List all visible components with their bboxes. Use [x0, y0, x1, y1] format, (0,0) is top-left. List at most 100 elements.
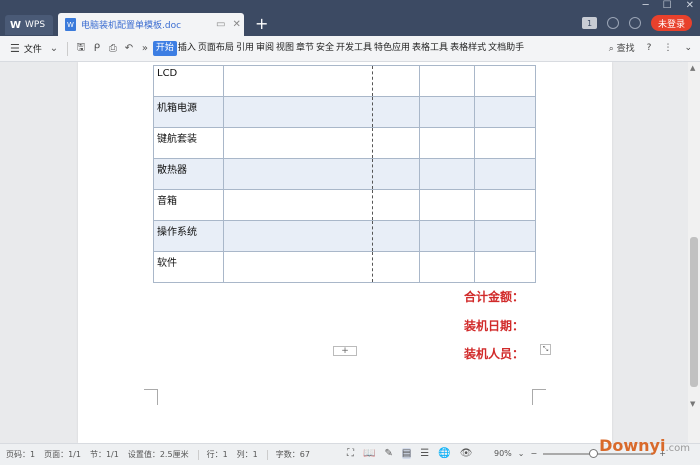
page-view-icon[interactable]: ▤ [401, 448, 412, 459]
table-row[interactable]: 音箱 [153, 189, 536, 221]
undo-icon[interactable]: ↶ [121, 43, 137, 54]
pen-icon[interactable]: ✎ [384, 448, 392, 459]
table-cell[interactable] [372, 65, 420, 97]
table-row[interactable]: 散热器 [153, 158, 536, 190]
table-cell-item[interactable]: 音箱 [153, 189, 224, 221]
table-resize-icon[interactable]: ⤡ [540, 344, 551, 355]
document-tab[interactable]: W 电脑装机配置单模板.doc ▭ ✕ [58, 13, 244, 36]
table-row[interactable]: LCD [153, 65, 536, 97]
tab-table-style[interactable]: 表格样式 [449, 41, 487, 56]
table-cell[interactable] [419, 158, 475, 190]
table-cell[interactable] [419, 65, 475, 97]
scroll-down-icon[interactable]: ▼ [690, 400, 695, 408]
table-cell-item[interactable]: 机箱电源 [153, 96, 224, 128]
table-cell-item[interactable]: 键航套装 [153, 127, 224, 159]
table-cell-item[interactable]: LCD [153, 65, 224, 97]
minimize-icon[interactable]: ─ [643, 0, 649, 11]
tab-review[interactable]: 审阅 [255, 41, 275, 56]
tab-home[interactable]: 开始 [152, 41, 177, 56]
tab-developer[interactable]: 开发工具 [335, 41, 373, 56]
table-cell[interactable] [223, 65, 373, 97]
table-cell[interactable] [419, 96, 475, 128]
table-cell-item[interactable]: 操作系统 [153, 220, 224, 252]
zoom-dropdown-icon[interactable]: ⌄ [518, 449, 525, 458]
table-cell[interactable] [474, 220, 536, 252]
new-tab-button[interactable]: + [255, 14, 268, 33]
table-cell[interactable] [223, 251, 373, 283]
zoom-slider-knob[interactable] [588, 448, 598, 458]
zoom-level[interactable]: 90% [494, 449, 512, 458]
add-row-button[interactable]: + [333, 346, 357, 356]
hamburger-menu-icon[interactable]: ☰ [10, 42, 20, 55]
table-row[interactable]: 机箱电源 [153, 96, 536, 128]
table-cell[interactable] [419, 127, 475, 159]
page-badge[interactable]: 1 [581, 17, 597, 29]
table-cell[interactable] [372, 189, 420, 221]
eye-protection-icon[interactable]: 👁 [460, 448, 473, 459]
file-menu[interactable]: 文件 [24, 42, 42, 55]
skin-icon[interactable] [628, 17, 641, 29]
outline-view-icon[interactable]: ☰ [420, 448, 429, 459]
wps-home-tab[interactable]: W WPS [5, 15, 53, 35]
more-options-icon[interactable]: ⋮ [663, 43, 672, 53]
table-cell[interactable] [372, 158, 420, 190]
close-tab-icon[interactable]: ✕ [232, 19, 240, 30]
print-icon[interactable]: ⎙ [105, 43, 121, 54]
format-painter-icon[interactable]: ᑭ [89, 43, 105, 54]
monitor-icon[interactable]: ▭ [216, 19, 225, 30]
table-cell[interactable] [223, 189, 373, 221]
zoom-out-icon[interactable]: − [530, 449, 537, 458]
status-word-count[interactable]: 字数：67 [276, 449, 310, 460]
table-row[interactable]: 软件 [153, 251, 536, 283]
collapse-ribbon-icon[interactable]: ⌄ [684, 43, 692, 53]
tab-view[interactable]: 视图 [275, 41, 295, 56]
table-row[interactable]: 操作系统 [153, 220, 536, 252]
tab-page-layout[interactable]: 页面布局 [197, 41, 235, 56]
close-window-icon[interactable]: ✕ [686, 0, 694, 11]
table-cell[interactable] [223, 127, 373, 159]
table-cell[interactable] [474, 158, 536, 190]
table-cell[interactable] [372, 127, 420, 159]
table-cell[interactable] [223, 220, 373, 252]
more-tools[interactable]: » [137, 43, 153, 54]
reading-mode-icon[interactable]: 📖 [363, 448, 375, 459]
tab-table-tools[interactable]: 表格工具 [411, 41, 449, 56]
table-cell[interactable] [474, 65, 536, 97]
vertical-scrollbar[interactable]: ▲ ▼ [688, 62, 700, 443]
table-cell[interactable] [474, 127, 536, 159]
table-cell-item[interactable]: 软件 [153, 251, 224, 283]
table-cell[interactable] [419, 251, 475, 283]
table-cell[interactable] [372, 220, 420, 252]
tab-references[interactable]: 引用 [235, 41, 255, 56]
table-cell[interactable] [474, 189, 536, 221]
table-cell[interactable] [419, 189, 475, 221]
document-page[interactable]: LCD 机箱电源 键航套装 散热器 音箱 操作系统 软件 + ⤡ 合计金额： 装机日期： 装… [78, 62, 612, 443]
tab-features[interactable]: 特色应用 [373, 41, 411, 56]
search-button[interactable]: ⌕ 查找 [609, 41, 635, 54]
scroll-thumb[interactable] [690, 237, 698, 387]
table-cell[interactable] [372, 251, 420, 283]
tab-section[interactable]: 章节 [295, 41, 315, 56]
save-icon[interactable]: 🖫 [73, 40, 89, 57]
tab-security[interactable]: 安全 [315, 41, 335, 56]
table-cell-item[interactable]: 散热器 [153, 158, 224, 190]
login-button[interactable]: 未登录 [650, 15, 692, 31]
table-cell[interactable] [223, 158, 373, 190]
scroll-up-icon[interactable]: ▲ [690, 64, 695, 72]
tab-insert[interactable]: 插入 [177, 41, 197, 56]
table-cell[interactable] [419, 220, 475, 252]
help-icon[interactable]: ? [647, 43, 652, 53]
maximize-icon[interactable]: ☐ [663, 0, 672, 11]
web-view-icon[interactable]: 🌐 [438, 448, 450, 459]
chevron-down-icon[interactable]: ⌄ [46, 43, 62, 54]
fullscreen-icon[interactable]: ⛶ [347, 448, 354, 459]
table-cell[interactable] [474, 96, 536, 128]
table-cell[interactable] [474, 251, 536, 283]
table-cell[interactable] [223, 96, 373, 128]
table-row[interactable]: 键航套装 [153, 127, 536, 159]
watermark-text: Downyi [599, 436, 666, 455]
config-table[interactable]: LCD 机箱电源 键航套装 散热器 音箱 操作系统 软件 [153, 65, 536, 283]
settings-icon[interactable] [606, 17, 619, 29]
tab-doc-assistant[interactable]: 文档助手 [487, 41, 525, 56]
table-cell[interactable] [372, 96, 420, 128]
